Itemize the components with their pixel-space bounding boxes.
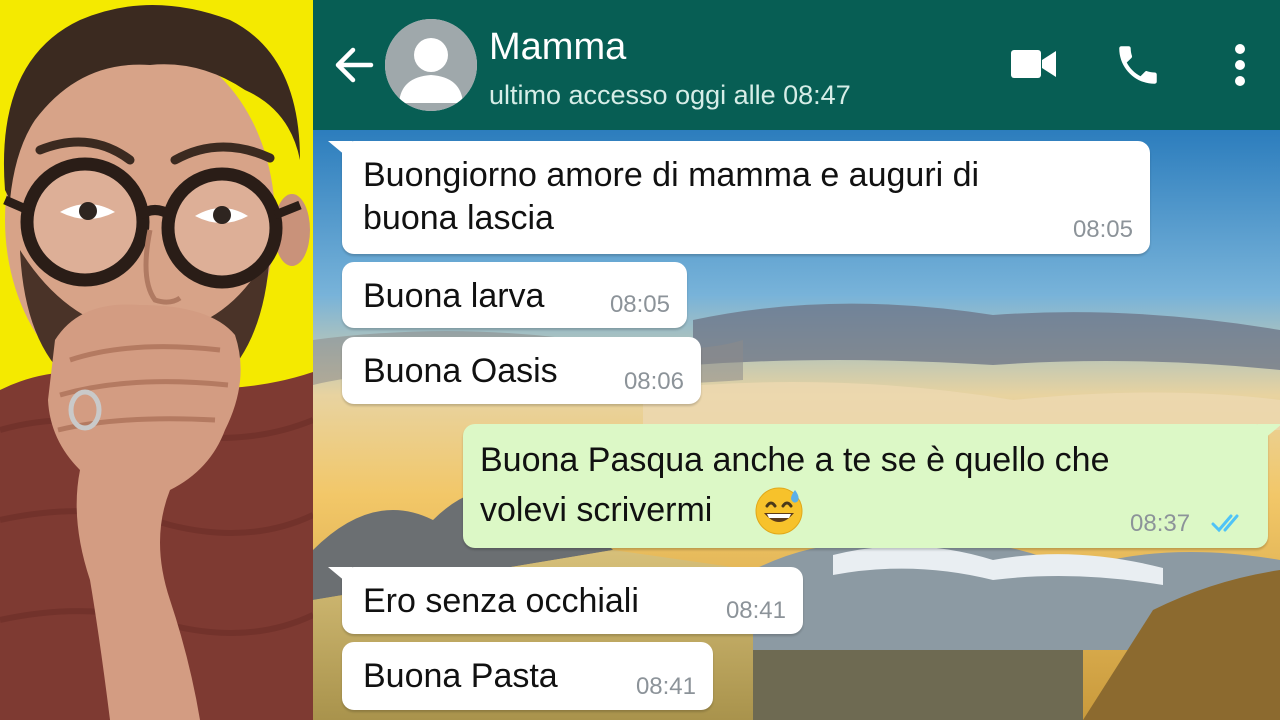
message-time: 08:05 [1072, 216, 1133, 243]
message-text: Buona Pasta [363, 657, 558, 695]
message-time: 08:41 [725, 597, 786, 624]
message-text: Buona Oasis [363, 352, 558, 390]
message-bubble-incoming[interactable]: Buona Pasta 08:41 [342, 642, 713, 710]
message-time: 08:37 [1130, 510, 1191, 537]
message-text: buona lascia [363, 199, 554, 237]
bubble-tail [328, 141, 352, 161]
message-time: 08:05 [609, 291, 670, 318]
last-seen-status: ultimo accesso oggi alle 08:47 [489, 80, 851, 110]
contact-avatar[interactable] [385, 19, 477, 111]
chat-header: Mamma ultimo accesso oggi alle 08:47 [313, 0, 1280, 130]
message-bubble-incoming[interactable]: Buona Oasis 08:06 [342, 337, 701, 404]
message-bubble-incoming[interactable]: Buona larva 08:05 [342, 262, 687, 328]
person-photo [0, 0, 313, 720]
message-time: 08:41 [635, 673, 696, 700]
message-text: Buongiorno amore di mamma e auguri di [363, 156, 980, 194]
message-text: Ero senza occhiali [363, 582, 639, 620]
video-call-icon[interactable] [1011, 44, 1057, 84]
message-time: 08:06 [623, 368, 684, 395]
back-arrow-icon[interactable] [331, 40, 377, 90]
message-bubble-incoming[interactable]: Ero senza occhiali 08:41 [328, 567, 803, 634]
default-avatar-icon [385, 19, 477, 111]
message-bubble-incoming[interactable]: Buongiorno amore di mamma e auguri di bu… [328, 141, 1150, 254]
message-text: Buona Pasqua anche a te se è quello che [480, 441, 1110, 479]
message-text: volevi scrivermi [480, 491, 713, 529]
more-vert-icon[interactable] [1227, 42, 1253, 88]
bubble-tail [328, 567, 352, 587]
read-receipt-icon [1211, 514, 1239, 533]
grinning-face-with-sweat-emoji [755, 487, 803, 535]
message-text: Buona larva [363, 277, 545, 315]
phone-icon[interactable] [1113, 40, 1163, 90]
chat-window: Mamma ultimo accesso oggi alle 08:47 Buo… [313, 0, 1280, 720]
person-illustration [0, 0, 313, 720]
contact-name[interactable]: Mamma [489, 26, 626, 69]
message-bubble-outgoing[interactable]: Buona Pasqua anche a te se è quello che … [463, 424, 1280, 548]
bubble-tail [1258, 424, 1280, 444]
